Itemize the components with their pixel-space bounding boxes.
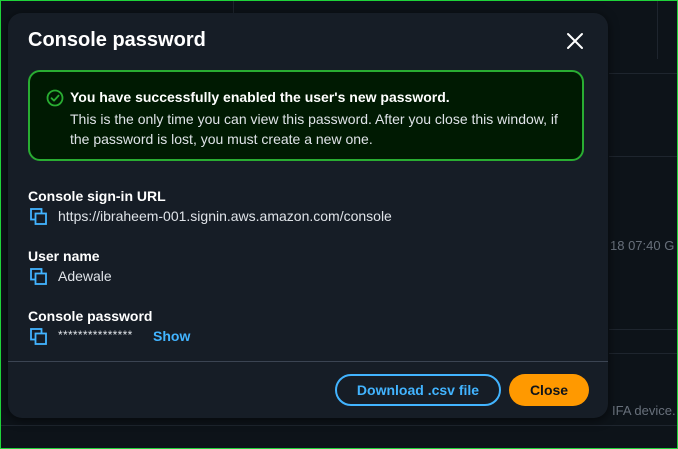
user-name-label: User name: [28, 248, 100, 264]
download-csv-button[interactable]: Download .csv file: [335, 374, 501, 406]
close-button[interactable]: [563, 29, 587, 53]
console-password-modal: Console password You have successfully e…: [8, 13, 608, 418]
show-password-link[interactable]: Show: [153, 328, 190, 344]
modal-title: Console password: [28, 29, 206, 51]
copy-icon[interactable]: [30, 268, 48, 286]
close-icon: [567, 33, 583, 49]
signin-url-label: Console sign-in URL: [28, 188, 166, 204]
masked-password: ***************: [58, 328, 133, 342]
alert-heading: You have successfully enabled the user's…: [70, 89, 450, 105]
alert-body: This is the only time you can view this …: [70, 111, 558, 147]
close-modal-button[interactable]: Close: [509, 374, 589, 406]
copy-icon[interactable]: [30, 208, 48, 226]
success-alert: You have successfully enabled the user's…: [28, 70, 584, 161]
console-password-label: Console password: [28, 308, 153, 324]
success-check-icon: [46, 89, 64, 107]
footer-divider: [8, 361, 608, 362]
copy-icon[interactable]: [30, 328, 48, 346]
user-name-value: Adewale: [58, 268, 112, 284]
signin-url-value: https://ibraheem-001.signin.aws.amazon.c…: [58, 208, 392, 224]
